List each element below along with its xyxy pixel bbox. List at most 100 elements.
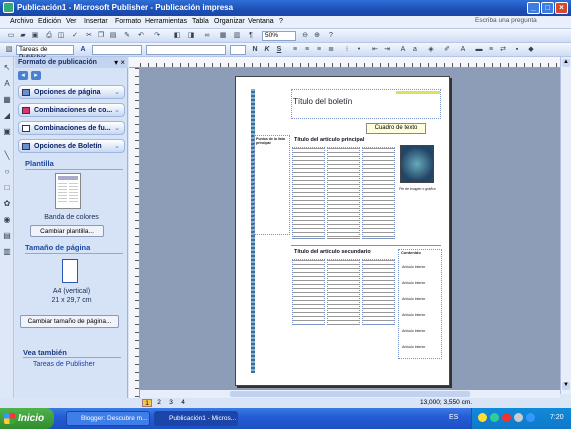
page-tab-1[interactable]: 1 xyxy=(142,399,152,407)
decrease-indent-icon[interactable]: ⇤ xyxy=(370,45,380,55)
minimize-button[interactable]: _ xyxy=(527,2,540,14)
close-pane-icon[interactable]: ▾ × xyxy=(114,58,125,67)
increase-indent-icon[interactable]: ⇥ xyxy=(382,45,392,55)
bold-button[interactable]: N xyxy=(250,45,260,55)
underline-button[interactable]: S xyxy=(274,45,284,55)
tasks-pane-icon[interactable]: ▧ xyxy=(4,45,14,55)
back-arrow-icon[interactable]: ◂ xyxy=(18,71,28,80)
text-box-tool-icon[interactable]: A xyxy=(2,79,12,89)
vertical-ruler[interactable] xyxy=(129,68,140,407)
section-page-options[interactable]: Opciones de página ⌄ xyxy=(18,85,125,99)
newsletter-title[interactable]: Título del boletín xyxy=(293,97,352,106)
template-thumbnail[interactable] xyxy=(55,173,81,209)
hot-spot-tool-icon[interactable]: ◉ xyxy=(2,215,12,225)
columns-icon[interactable]: ▥ xyxy=(232,31,242,41)
justify-icon[interactable]: ≣ xyxy=(326,45,336,55)
bullets-icon[interactable]: • xyxy=(354,45,364,55)
section-newsletter-options[interactable]: Opciones de Boletín ⌄ xyxy=(18,139,125,153)
style-select[interactable] xyxy=(92,45,142,55)
autoshapes-tool-icon[interactable]: ✿ xyxy=(2,199,12,209)
page-tab-2[interactable]: 2 xyxy=(154,399,164,407)
paste-icon[interactable]: ▤ xyxy=(108,31,118,41)
help-question-box[interactable]: Escriba una pregunta xyxy=(475,17,565,27)
menu-herramientas[interactable]: Herramientas xyxy=(145,18,187,25)
show-formatting-icon[interactable]: ¶ xyxy=(246,31,256,41)
change-page-size-button[interactable]: Cambiar tamaño de página... xyxy=(20,315,119,328)
dash-style-icon[interactable]: ≡ xyxy=(486,45,496,55)
font-size-down-icon[interactable]: a xyxy=(410,45,420,55)
page-tab-3[interactable]: 3 xyxy=(166,399,176,407)
tray-icon-3[interactable] xyxy=(502,413,511,422)
tray-icon-1[interactable] xyxy=(478,413,487,422)
zoom-in-icon[interactable]: ⊕ xyxy=(312,31,322,41)
zoom-field[interactable]: 50% xyxy=(262,31,296,41)
start-button[interactable]: Inicio xyxy=(0,408,54,429)
3d-style-icon[interactable]: ◆ xyxy=(526,45,536,55)
help-icon[interactable]: ? xyxy=(326,31,336,41)
menu-ver[interactable]: Ver xyxy=(66,18,77,25)
taskbar-publisher[interactable]: Publicación1 - Micros... xyxy=(154,411,238,426)
insert-hyperlink-icon[interactable]: ∞ xyxy=(202,31,212,41)
italic-button[interactable]: K xyxy=(262,45,272,55)
close-button[interactable]: × xyxy=(555,2,568,14)
styles-icon[interactable]: A xyxy=(78,45,88,55)
document-workspace[interactable]: Título del boletín Cuadro de texto Punto… xyxy=(140,68,560,390)
menu-insertar[interactable]: Insertar xyxy=(84,18,108,25)
print-preview-icon[interactable]: ◫ xyxy=(56,31,66,41)
new-icon[interactable]: ▭ xyxy=(6,31,16,41)
horizontal-ruler[interactable] xyxy=(129,57,562,68)
tray-icon-2[interactable] xyxy=(490,413,499,422)
align-center-icon[interactable]: ≡ xyxy=(302,45,312,55)
menu-ventana[interactable]: Ventana xyxy=(248,18,274,25)
taskbar-blogger[interactable]: Blogger: Descubre m... xyxy=(66,411,150,426)
newsletter-image[interactable] xyxy=(400,145,434,183)
line-color-icon[interactable]: ✐ xyxy=(442,45,452,55)
numbering-icon[interactable]: ⁝ xyxy=(342,45,352,55)
select-pointer-icon[interactable]: ↖ xyxy=(2,63,12,73)
menu-tabla[interactable]: Tabla xyxy=(192,18,209,25)
main-article-title[interactable]: Título del artículo principal xyxy=(294,137,364,143)
open-icon[interactable]: ▰ xyxy=(18,31,28,41)
language-indicator[interactable]: ES xyxy=(449,414,458,421)
print-icon[interactable]: ⎙ xyxy=(44,31,54,41)
insert-table-tool-icon[interactable]: ▦ xyxy=(2,95,12,105)
maximize-button[interactable]: □ xyxy=(541,2,554,14)
menu-formato[interactable]: Formato xyxy=(115,18,141,25)
redo-icon[interactable]: ↷ xyxy=(152,31,162,41)
tray-icon-4[interactable] xyxy=(514,413,523,422)
forward-arrow-icon[interactable]: ▸ xyxy=(30,71,41,80)
spelling-icon[interactable]: ✓ xyxy=(70,31,80,41)
shadow-style-icon[interactable]: ▪ xyxy=(512,45,522,55)
design-gallery-tool-icon[interactable]: ▤ xyxy=(2,231,12,241)
newsletter-page[interactable]: Título del boletín Cuadro de texto Punto… xyxy=(235,76,450,386)
line-tool-icon[interactable]: ╲ xyxy=(2,151,12,161)
bring-forward-icon[interactable]: ◧ xyxy=(172,31,182,41)
publisher-tasks-link[interactable]: Tareas de Publisher xyxy=(33,361,95,368)
font-select[interactable] xyxy=(146,45,226,55)
menu-organizar[interactable]: Organizar xyxy=(214,18,245,25)
secondary-article-title[interactable]: Título del artículo secundario xyxy=(294,249,371,255)
cut-icon[interactable]: ✂ xyxy=(84,31,94,41)
undo-icon[interactable]: ↶ xyxy=(136,31,146,41)
main-article-col-1[interactable] xyxy=(292,147,325,239)
section-color-schemes[interactable]: Combinaciones de co... ⌄ xyxy=(18,103,125,117)
main-article-col-2[interactable] xyxy=(327,147,360,239)
menu-edicion[interactable]: Edición xyxy=(38,18,61,25)
zoom-out-icon[interactable]: ⊖ xyxy=(300,31,310,41)
tray-icon-5[interactable] xyxy=(526,413,535,422)
wordart-tool-icon[interactable]: ◢ xyxy=(2,111,12,121)
section-font-schemes[interactable]: Combinaciones de fu... ⌄ xyxy=(18,121,125,135)
vertical-scrollbar[interactable]: ▲ ▼ xyxy=(560,57,571,394)
secondary-article-col-2[interactable] xyxy=(327,259,360,325)
arrow-style-icon[interactable]: ⇄ xyxy=(498,45,508,55)
menu-archivo[interactable]: Archivo xyxy=(10,18,33,25)
picture-frame-tool-icon[interactable]: ▣ xyxy=(2,127,12,137)
publisher-tasks-button[interactable]: Tareas de Publisher xyxy=(16,45,74,61)
secondary-article-col-1[interactable] xyxy=(292,259,325,325)
table-icon[interactable]: ▦ xyxy=(218,31,228,41)
align-left-icon[interactable]: ≡ xyxy=(290,45,300,55)
fill-color-icon[interactable]: ◈ xyxy=(426,45,436,55)
frame-tool-icon[interactable]: ▥ xyxy=(2,247,12,257)
copy-icon[interactable]: ❐ xyxy=(96,31,106,41)
format-painter-icon[interactable]: ✎ xyxy=(122,31,132,41)
